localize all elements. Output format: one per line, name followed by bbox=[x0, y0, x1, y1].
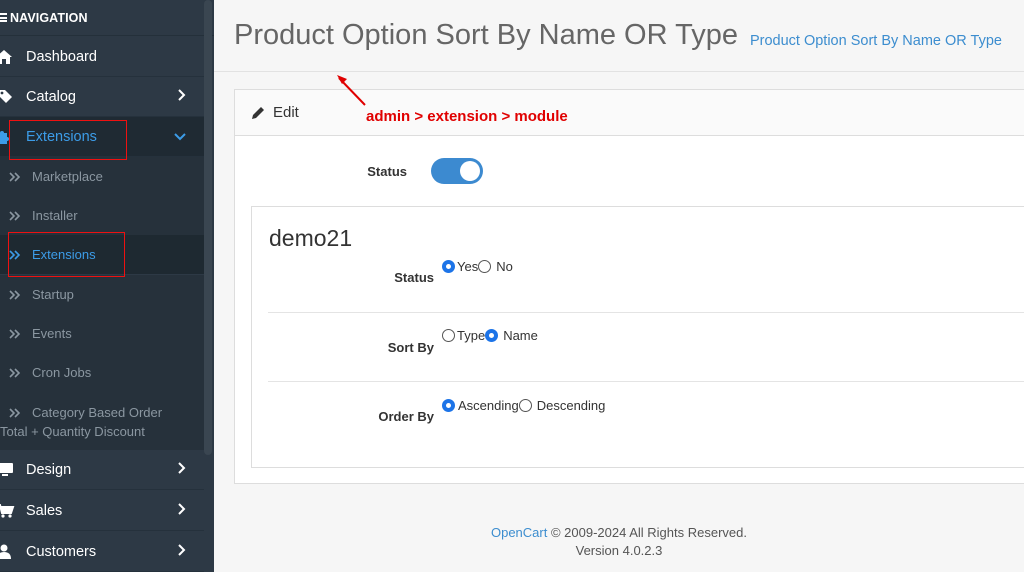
status-yes-radio[interactable] bbox=[442, 260, 455, 273]
store-panel: demo21 Status Yes No Sort By Type Name O… bbox=[251, 206, 1024, 468]
store-status-label: Status bbox=[394, 270, 434, 285]
monitor-icon bbox=[0, 462, 26, 478]
sidebar-item-customers[interactable]: Customers bbox=[0, 532, 204, 572]
store-name: demo21 bbox=[269, 225, 353, 251]
pencil-icon bbox=[251, 106, 265, 120]
version-text: Version 4.0.2.3 bbox=[575, 543, 663, 558]
footer: OpenCart © 2009-2024 All Rights Reserved… bbox=[214, 524, 1024, 560]
sidebar-item-catalog[interactable]: Catalog bbox=[0, 77, 204, 117]
order-asc-radio[interactable] bbox=[442, 399, 455, 412]
copyright-text: © 2009-2024 All Rights Reserved. bbox=[547, 525, 747, 540]
chevron-right-icon bbox=[178, 461, 186, 478]
module-status-row: Status bbox=[235, 156, 1024, 186]
sidebar-subitem-marketplace[interactable]: Marketplace bbox=[0, 157, 204, 196]
sidebar-item-dashboard[interactable]: Dashboard bbox=[0, 37, 204, 77]
sidebar-subitem-extensions[interactable]: Extensions bbox=[0, 235, 204, 274]
sidebar-item-sales[interactable]: Sales bbox=[0, 491, 204, 531]
navigation-title: NAVIGATION bbox=[10, 10, 88, 25]
puzzle-icon bbox=[0, 129, 26, 145]
cart-icon bbox=[0, 503, 26, 519]
sidebar-subitem-label-line2: Total + Quantity Discount bbox=[0, 424, 145, 439]
sidebar-subitem-label: Category Based Order bbox=[32, 405, 163, 420]
card-title: Edit bbox=[273, 104, 299, 121]
sort-name-label: Name bbox=[503, 328, 538, 343]
sidebar-subitem-startup[interactable]: Startup bbox=[0, 275, 204, 314]
sidebar-item-label: Sales bbox=[26, 502, 63, 519]
double-chevron-icon bbox=[9, 289, 32, 300]
store-status-row: Status Yes No bbox=[268, 257, 1024, 287]
main-content: Product Option Sort By Name OR Type Prod… bbox=[214, 0, 1024, 572]
divider bbox=[268, 312, 1024, 313]
double-chevron-icon bbox=[9, 328, 32, 339]
user-icon bbox=[0, 544, 26, 560]
double-chevron-icon bbox=[9, 249, 32, 260]
double-chevron-icon bbox=[9, 171, 32, 182]
order-by-label: Order By bbox=[378, 409, 434, 424]
menu-icon[interactable] bbox=[0, 12, 7, 24]
module-status-label: Status bbox=[367, 164, 407, 179]
sidebar-subitem-label: Events bbox=[32, 326, 72, 341]
status-no-label: No bbox=[496, 259, 513, 274]
sort-type-label: Type bbox=[457, 328, 486, 343]
order-desc-radio[interactable] bbox=[518, 399, 532, 412]
sidebar-subitem-label: Extensions bbox=[32, 247, 96, 262]
status-yes-label: Yes bbox=[457, 259, 479, 274]
chevron-right-icon bbox=[178, 502, 186, 519]
sidebar-scrollbar[interactable] bbox=[204, 0, 212, 455]
tag-icon bbox=[0, 89, 26, 105]
sidebar-subitem-events[interactable]: Events bbox=[0, 314, 204, 353]
double-chevron-icon bbox=[9, 407, 32, 418]
status-no-radio[interactable] bbox=[478, 260, 492, 273]
sidebar-item-label: Customers bbox=[26, 543, 97, 560]
double-chevron-icon bbox=[9, 210, 32, 221]
page-title: Product Option Sort By Name OR Type bbox=[234, 19, 738, 51]
module-status-toggle[interactable] bbox=[431, 158, 483, 184]
navigation-header: NAVIGATION bbox=[0, 0, 214, 36]
annotation-arrow-icon bbox=[337, 75, 366, 106]
sort-name-radio[interactable] bbox=[485, 329, 499, 342]
sidebar-subitem-category-discount[interactable]: Category Based Order Total + Quantity Di… bbox=[0, 392, 204, 450]
order-desc-label: Descending bbox=[536, 398, 606, 413]
page-header: Product Option Sort By Name OR Type Prod… bbox=[214, 0, 1024, 72]
sidebar: NAVIGATION Dashboard Catalog Extensions … bbox=[0, 0, 214, 572]
sidebar-item-extensions[interactable]: Extensions bbox=[0, 117, 204, 157]
sidebar-subitem-label: Marketplace bbox=[32, 169, 103, 184]
sidebar-subitem-label: Cron Jobs bbox=[32, 365, 92, 380]
sort-by-label: Sort By bbox=[387, 340, 434, 355]
sidebar-item-design[interactable]: Design bbox=[0, 450, 204, 490]
sidebar-item-label: Dashboard bbox=[26, 48, 97, 65]
sidebar-item-label: Extensions bbox=[26, 128, 97, 145]
chevron-right-icon bbox=[178, 88, 186, 105]
sidebar-subitem-installer[interactable]: Installer bbox=[0, 196, 204, 235]
sidebar-item-label: Catalog bbox=[26, 88, 76, 105]
breadcrumb-link[interactable]: Product Option Sort By Name OR Type bbox=[750, 33, 1002, 49]
chevron-right-icon bbox=[178, 543, 186, 560]
double-chevron-icon bbox=[9, 367, 32, 378]
order-asc-label: Ascending bbox=[458, 398, 519, 413]
sidebar-item-label: Design bbox=[26, 461, 72, 478]
sidebar-subitem-label: Installer bbox=[32, 208, 78, 223]
sort-type-radio[interactable] bbox=[442, 329, 455, 342]
edit-card: Edit admin > extension > module Status d… bbox=[234, 75, 1024, 484]
chevron-down-icon bbox=[174, 129, 186, 145]
home-icon bbox=[0, 49, 26, 65]
order-by-row: Order By Ascending Descending bbox=[268, 397, 1024, 427]
divider bbox=[268, 381, 1024, 382]
opencart-link[interactable]: OpenCart bbox=[491, 525, 547, 540]
sidebar-subitem-cron-jobs[interactable]: Cron Jobs bbox=[0, 353, 204, 392]
annotation-text: admin > extension > module bbox=[366, 108, 568, 125]
sort-by-row: Sort By Type Name bbox=[268, 327, 1024, 357]
sidebar-subitem-label: Startup bbox=[32, 287, 74, 302]
